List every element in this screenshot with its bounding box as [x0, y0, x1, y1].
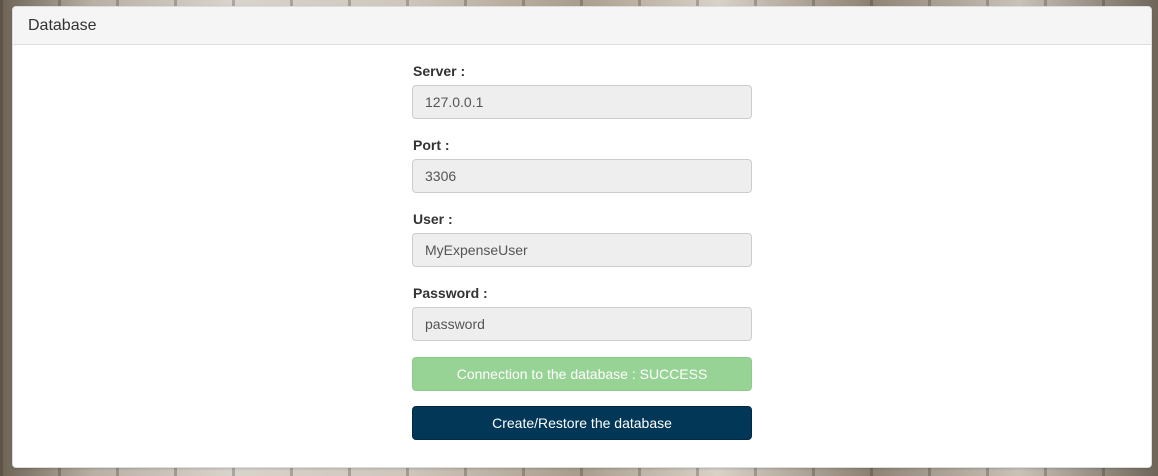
database-panel: Database Server : 127.0.0.1 Port : 3306 …: [12, 6, 1152, 468]
user-field[interactable]: MyExpenseUser: [412, 233, 752, 267]
create-restore-database-button[interactable]: Create/Restore the database: [412, 406, 752, 440]
panel-title: Database: [13, 7, 1151, 45]
server-field[interactable]: 127.0.0.1: [412, 85, 752, 119]
server-label: Server :: [413, 63, 466, 79]
database-form: Server : 127.0.0.1 Port : 3306 User : My…: [412, 63, 753, 440]
port-field[interactable]: 3306: [412, 159, 752, 193]
connection-status-alert: Connection to the database : SUCCESS: [412, 357, 752, 391]
user-label: User :: [413, 211, 453, 227]
password-label: Password :: [413, 285, 488, 301]
port-label: Port :: [413, 137, 450, 153]
password-field[interactable]: password: [412, 307, 752, 341]
